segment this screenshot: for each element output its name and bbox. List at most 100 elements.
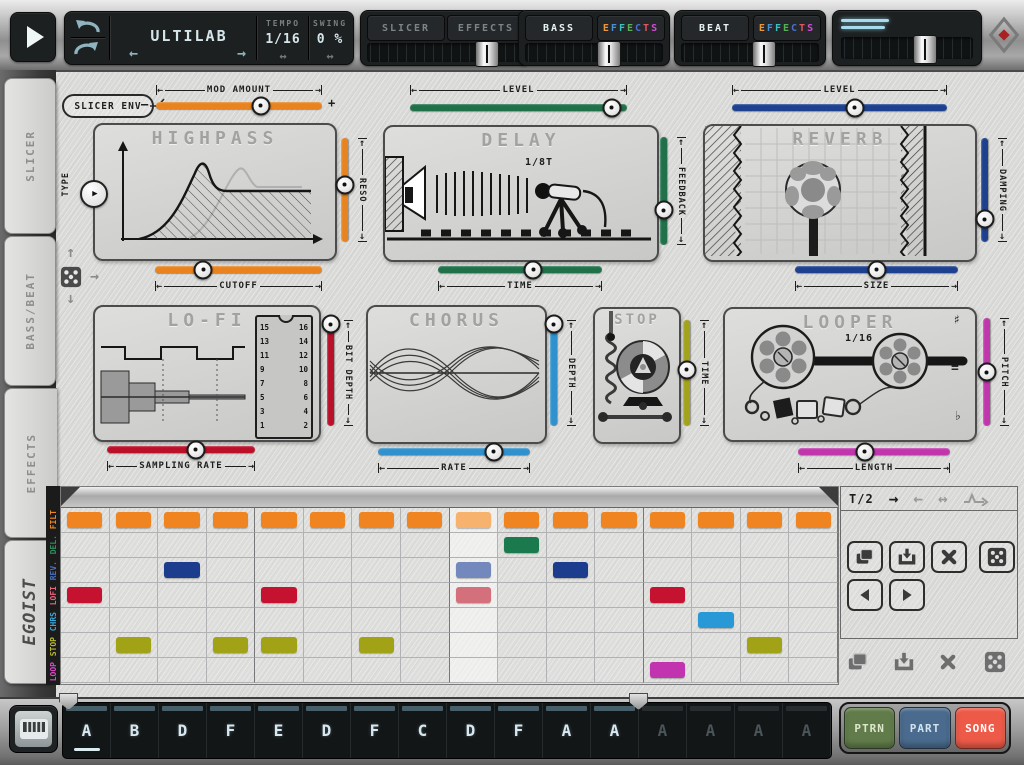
cutoff-knob[interactable] [194,260,213,279]
seq-cell[interactable] [450,558,499,583]
seq-step-block[interactable] [504,512,539,528]
seq-step-block[interactable] [359,512,394,528]
feedback-knob[interactable] [654,201,673,220]
seq-cell[interactable] [61,533,110,558]
sampling-rate-slider[interactable] [107,446,255,453]
seq-step-block[interactable] [261,587,296,603]
seq-cell[interactable] [644,583,693,608]
length-knob[interactable] [855,442,874,461]
seq-cell[interactable] [595,583,644,608]
seq-step-block[interactable] [359,637,394,653]
seq-cell[interactable] [644,558,693,583]
seq-cell[interactable] [401,633,450,658]
seq-cell[interactable] [789,633,838,658]
seq-cell[interactable] [450,583,499,608]
redo-icon[interactable] [73,40,101,58]
seq-cell[interactable] [595,558,644,583]
seq-cell[interactable] [595,633,644,658]
seq-step-block[interactable] [747,637,782,653]
seq-cell[interactable] [741,558,790,583]
tempo-value[interactable]: 1/16 [258,32,308,47]
seq-cell[interactable] [401,558,450,583]
pattern-slot[interactable]: F [495,703,543,758]
reso-knob[interactable] [335,175,354,194]
randomize-right-icon[interactable]: → [90,270,99,282]
seq-cell[interactable] [304,583,353,608]
pattern-slot[interactable]: F [207,703,255,758]
seq-cell[interactable] [61,633,110,658]
preset-name[interactable]: ULTILAB [123,27,255,45]
seq-cell[interactable] [450,633,499,658]
seq-cell[interactable] [304,558,353,583]
master-volume-slider[interactable] [841,37,973,59]
seq-cell[interactable] [304,658,353,683]
seq-cell[interactable] [207,633,256,658]
preset-prev-icon[interactable]: ← [129,48,138,58]
slicer-effects-slider[interactable] [367,43,523,62]
seq-cell[interactable] [498,608,547,633]
randomize-pattern-button[interactable] [979,541,1015,573]
master-volume-knob[interactable] [913,35,937,64]
seq-cell[interactable] [110,658,159,683]
seq-cell[interactable] [789,658,838,683]
slicer-effects-page-button[interactable]: EFFECTS [447,15,525,41]
seq-step-block[interactable] [747,512,782,528]
seq-cell[interactable] [450,658,499,683]
size-knob[interactable] [867,260,886,279]
seq-cell[interactable] [741,583,790,608]
seq-cell[interactable] [644,533,693,558]
scramble-icon[interactable] [963,492,989,506]
seq-cell[interactable] [352,583,401,608]
bitdepth-knob[interactable] [321,315,340,334]
rate-slider[interactable] [378,448,530,455]
damping-knob[interactable] [975,210,994,229]
randomize-down-icon[interactable]: ↓ [66,292,75,304]
seq-cell[interactable] [401,533,450,558]
time-scale-label[interactable]: T/2 [849,492,874,506]
beat-effects-slider-knob[interactable] [752,41,776,67]
seq-cell[interactable] [352,558,401,583]
seq-cell[interactable] [595,508,644,533]
pattern-slot[interactable]: D [303,703,351,758]
seq-cell[interactable] [110,633,159,658]
seq-step-block[interactable] [164,562,199,578]
seq-cell[interactable] [352,533,401,558]
sampling-rate-knob[interactable] [186,440,205,459]
seq-cell[interactable] [61,558,110,583]
pattern-slot[interactable]: A [735,703,783,758]
randomize-up-icon[interactable]: ↑ [66,246,75,258]
seq-cell[interactable] [547,633,596,658]
seq-cell[interactable] [692,558,741,583]
beat-effects-slider[interactable] [681,43,819,62]
ptrn-mode-button[interactable]: PTRN [844,707,895,749]
delay-time-knob[interactable] [524,260,543,279]
seq-cell[interactable] [207,608,256,633]
pattern-slot[interactable]: A [687,703,735,758]
seq-cell[interactable] [304,608,353,633]
seq-cell[interactable] [352,633,401,658]
seq-step-block[interactable] [310,512,345,528]
seq-cell[interactable] [110,608,159,633]
bass-effects-slider-knob[interactable] [597,41,621,67]
feedback-slider[interactable] [660,137,667,245]
sidebar-tab-bassbeat[interactable]: BASS/BEAT [4,236,56,386]
seq-step-block[interactable] [553,562,588,578]
pattern-slot[interactable]: A [63,703,111,758]
seq-cell[interactable] [158,508,207,533]
length-slider[interactable] [798,448,950,455]
reso-slider[interactable] [341,138,348,242]
pattern-slot[interactable]: C [399,703,447,758]
mod-amount-slider[interactable] [156,102,322,109]
seq-step-block[interactable] [213,637,248,653]
seq-cell[interactable] [255,508,304,533]
pattern-slot[interactable]: D [447,703,495,758]
seq-cell[interactable] [789,508,838,533]
pattern-slot[interactable]: B [111,703,159,758]
mod-amount-knob[interactable] [251,96,270,115]
seq-step-block[interactable] [116,637,151,653]
seq-cell[interactable] [789,583,838,608]
seq-cell[interactable] [255,608,304,633]
seq-step-block[interactable] [456,562,491,578]
seq-cell[interactable] [547,608,596,633]
shift-right-icon[interactable]: → [889,492,899,506]
